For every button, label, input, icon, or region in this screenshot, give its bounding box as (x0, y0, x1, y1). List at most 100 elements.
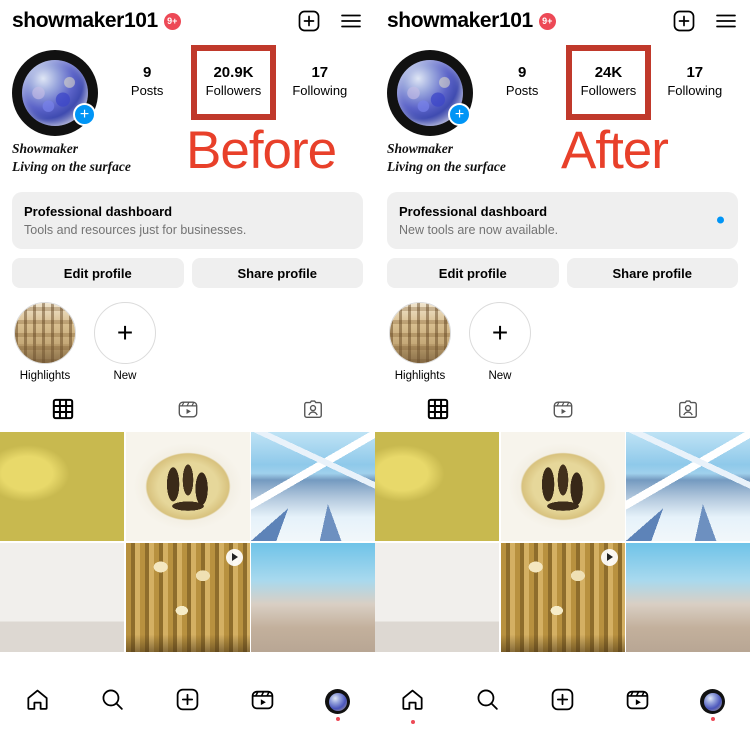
highlight-cover-image (390, 303, 450, 364)
grid-post[interactable] (500, 542, 625, 652)
stat-label: Followers (205, 82, 262, 98)
share-profile-button[interactable]: Share profile (191, 258, 363, 289)
profile-tabs (0, 396, 375, 426)
tagged-tab[interactable] (625, 396, 750, 426)
home-icon (25, 687, 50, 717)
grid-post[interactable] (0, 542, 124, 652)
nav-reels[interactable] (225, 687, 300, 724)
avatar-thumb (328, 692, 347, 711)
stat-value: 20.9K (213, 64, 254, 81)
nav-notification-dot (335, 717, 340, 721)
profile-header-row: +9 Posts 24K Followers 17 Following (375, 42, 750, 136)
grid-icon (52, 398, 74, 425)
reels-tab[interactable] (500, 396, 625, 426)
stat-value: 17 (311, 64, 329, 81)
plus-square-icon[interactable] (297, 9, 321, 33)
stat-posts[interactable]: 9 Posts (104, 64, 190, 100)
profile-avatar-icon (325, 689, 350, 714)
grid-post[interactable] (375, 432, 499, 542)
grid-post[interactable] (251, 542, 375, 652)
hamburger-menu-icon[interactable] (339, 9, 363, 33)
grid-post[interactable] (125, 432, 250, 542)
add-story-plus-icon[interactable]: + (448, 103, 471, 126)
profile-avatar-icon (700, 689, 725, 714)
notification-count-badge: 9+ (163, 12, 181, 30)
highlight-highlights[interactable]: Highlights (389, 302, 451, 382)
nav-profile-avatar[interactable] (300, 689, 375, 721)
nav-create-plus[interactable] (150, 687, 225, 724)
bio: Showmaker Living on the surface (375, 136, 750, 176)
tagged-tab[interactable] (250, 396, 375, 426)
stat-followers[interactable]: 20.9K Followers (190, 45, 276, 120)
reels-icon (552, 398, 574, 425)
bio-line: Living on the surface (12, 158, 131, 174)
truffle-pizza-photo (125, 432, 250, 542)
reels-icon (625, 687, 650, 717)
highlight-highlights[interactable]: Highlights (14, 302, 76, 382)
stat-following[interactable]: 17 Following (277, 64, 363, 100)
grid-post[interactable] (251, 432, 375, 542)
grid-post[interactable] (0, 432, 124, 542)
avatar[interactable]: + (387, 50, 473, 136)
grid-post[interactable] (626, 432, 750, 542)
dashboard-subtitle: Tools and resources just for businesses. (24, 223, 247, 238)
reels-tab[interactable] (125, 396, 250, 426)
avatar[interactable]: + (12, 50, 98, 136)
nav-home[interactable] (0, 687, 75, 724)
nav-search[interactable] (75, 687, 150, 724)
posts-grid (0, 432, 375, 652)
highlight-label: Highlights (394, 370, 446, 383)
grid-tab[interactable] (375, 396, 500, 426)
highlight-cover (14, 302, 76, 365)
stat-following[interactable]: 17 Following (652, 64, 738, 100)
edit-profile-button[interactable]: Edit profile (387, 258, 559, 289)
profile-tabs (375, 396, 750, 426)
hamburger-menu-icon[interactable] (714, 9, 738, 33)
share-profile-button[interactable]: Share profile (566, 258, 738, 289)
nav-reels[interactable] (600, 687, 675, 724)
grid-tab[interactable] (0, 396, 125, 426)
home-icon (400, 687, 425, 717)
create-plus-icon (550, 687, 575, 717)
truffle-pizza-photo (500, 432, 625, 542)
stat-posts[interactable]: 9 Posts (479, 64, 565, 100)
nav-search[interactable] (450, 687, 525, 724)
plus-square-icon[interactable] (672, 9, 696, 33)
grid-post[interactable] (626, 542, 750, 652)
reel-play-icon (225, 548, 243, 566)
bottom-navigation-bar (375, 680, 750, 729)
hot-air-balloons-photo (251, 542, 375, 652)
highlight-label: Highlights (19, 370, 71, 383)
dashboard-title: Professional dashboard (24, 203, 173, 219)
highlight-new[interactable]: + New (469, 302, 531, 382)
snowy-mountain-photo (251, 432, 375, 542)
add-story-plus-icon[interactable]: + (73, 103, 96, 126)
professional-dashboard-card[interactable]: Professional dashboard Tools and resource… (12, 191, 363, 250)
hotpot-meal-photo (375, 432, 499, 542)
highlight-new[interactable]: + New (94, 302, 156, 382)
dashboard-title: Professional dashboard (399, 203, 548, 219)
highlight-cover-image (15, 303, 75, 364)
page-title[interactable]: showmaker101 (12, 9, 158, 33)
new-highlight-plus-icon[interactable]: + (94, 302, 156, 365)
nav-notification-dot (410, 719, 415, 724)
tagged-person-icon (302, 398, 324, 425)
stat-label: Posts (505, 82, 539, 98)
grid-post[interactable] (500, 432, 625, 542)
search-icon (100, 687, 125, 717)
tagged-person-icon (677, 398, 699, 425)
bio-name: Showmaker (387, 141, 454, 156)
nav-home[interactable] (375, 687, 450, 724)
grid-post[interactable] (375, 542, 499, 652)
professional-dashboard-card[interactable]: Professional dashboard New tools are now … (387, 191, 738, 250)
grid-post[interactable] (125, 542, 250, 652)
nav-create-plus[interactable] (525, 687, 600, 724)
highlight-label: New (113, 370, 137, 383)
bio-line: Living on the surface (387, 158, 506, 174)
new-highlight-plus-icon[interactable]: + (469, 302, 531, 365)
nav-notification-dot (710, 717, 715, 721)
nav-profile-avatar[interactable] (675, 689, 750, 721)
edit-profile-button[interactable]: Edit profile (12, 258, 184, 289)
page-title[interactable]: showmaker101 (387, 9, 533, 33)
stat-followers[interactable]: 24K Followers (565, 45, 651, 120)
